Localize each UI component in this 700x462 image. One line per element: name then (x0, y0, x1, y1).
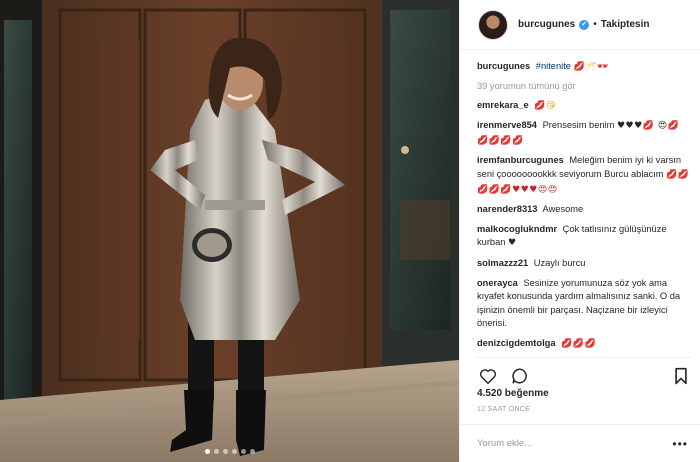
carousel-dot[interactable] (213, 449, 219, 454)
post-photo[interactable] (0, 0, 459, 462)
carousel-indicator[interactable] (0, 449, 459, 454)
add-comment-bar: ••• (460, 424, 700, 462)
more-options-icon[interactable]: ••• (672, 437, 688, 451)
carousel-dot[interactable] (222, 449, 228, 454)
comment-username[interactable]: denizcigdemtolga (477, 338, 556, 348)
comment-emojis: 💋😘 (534, 100, 556, 111)
speech-bubble-icon[interactable] (509, 365, 531, 387)
post-header: burcugunes ✔ • Takiptesin (460, 0, 700, 50)
carousel-dot-active[interactable] (204, 449, 210, 454)
comment-item: solmazzz21 Uzaylı burcu (477, 257, 690, 271)
comment-username[interactable]: narender8313 (477, 204, 537, 214)
avatar[interactable] (478, 9, 508, 40)
likes-count[interactable]: 4.520 beğenme (477, 388, 549, 399)
comment-username[interactable]: onerayca (477, 278, 518, 288)
heart-icon[interactable] (477, 365, 499, 387)
verified-badge-icon: ✔ (579, 19, 590, 30)
caption-hashtag-link[interactable]: #nitenite (536, 61, 571, 71)
comment-username[interactable]: solmazzz21 (477, 258, 528, 268)
carousel-dot[interactable] (240, 449, 246, 454)
caption: burcugunes #nitenite 💋🥂🕶 (477, 60, 690, 75)
comment-item: denizcigdemtolga 💋💋💋 (477, 337, 690, 352)
comment-item: onerayca Sesinize yorumunuza söz yok ama… (477, 277, 690, 331)
comment-username[interactable]: iremfanburcugunes (477, 155, 564, 165)
photo-illustration (0, 0, 459, 462)
instagram-post-view: burcugunes ✔ • Takiptesin burcugunes #ni… (0, 0, 700, 462)
header-separator: • (593, 19, 597, 30)
carousel-dot[interactable] (249, 449, 255, 454)
comment-text: Uzaylı burcu (533, 257, 586, 268)
comment-item: irenmerve854 Prensesim benim ♥♥♥💋 😍💋💋💋💋💋 (477, 119, 690, 148)
comment-text: Prensesim benim (542, 120, 615, 131)
header-username[interactable]: burcugunes (518, 19, 575, 30)
comments-list[interactable]: burcugunes #nitenite 💋🥂🕶 39 yorumun tümü… (477, 60, 690, 356)
comment-username[interactable]: irenmerve854 (477, 120, 537, 130)
carousel-dot[interactable] (231, 449, 237, 454)
comment-emojis: ♥ (508, 238, 517, 249)
action-bar (477, 357, 692, 385)
caption-emojis: 💋🥂🕶 (573, 62, 609, 72)
comment-username[interactable]: malkocoglukndmr (477, 224, 557, 234)
caption-username[interactable]: burcugunes (477, 61, 530, 71)
comment-item: iremfanburcugunes Meleğim benim iyi ki v… (477, 154, 690, 197)
comment-username[interactable]: emrekara_e (477, 100, 529, 110)
comment-emojis: 💋💋💋 (561, 338, 597, 349)
comment-item: emrekara_e 💋😘 (477, 99, 690, 114)
following-button[interactable]: Takiptesin (601, 19, 650, 30)
post-timestamp[interactable]: 12 SAAT ÖNCE (477, 406, 530, 413)
comment-input[interactable] (477, 438, 667, 449)
comment-text: Awesome (542, 204, 584, 215)
view-all-comments-link[interactable]: 39 yorumun tümünü gör (477, 81, 690, 91)
bookmark-icon[interactable] (670, 365, 692, 387)
post-sidebar: burcugunes ✔ • Takiptesin burcugunes #ni… (459, 0, 700, 462)
comment-item: narender8313 Awesome (477, 203, 690, 217)
comment-item: malkocoglukndmr Çok tatlısınız gülüşünüz… (477, 223, 690, 251)
